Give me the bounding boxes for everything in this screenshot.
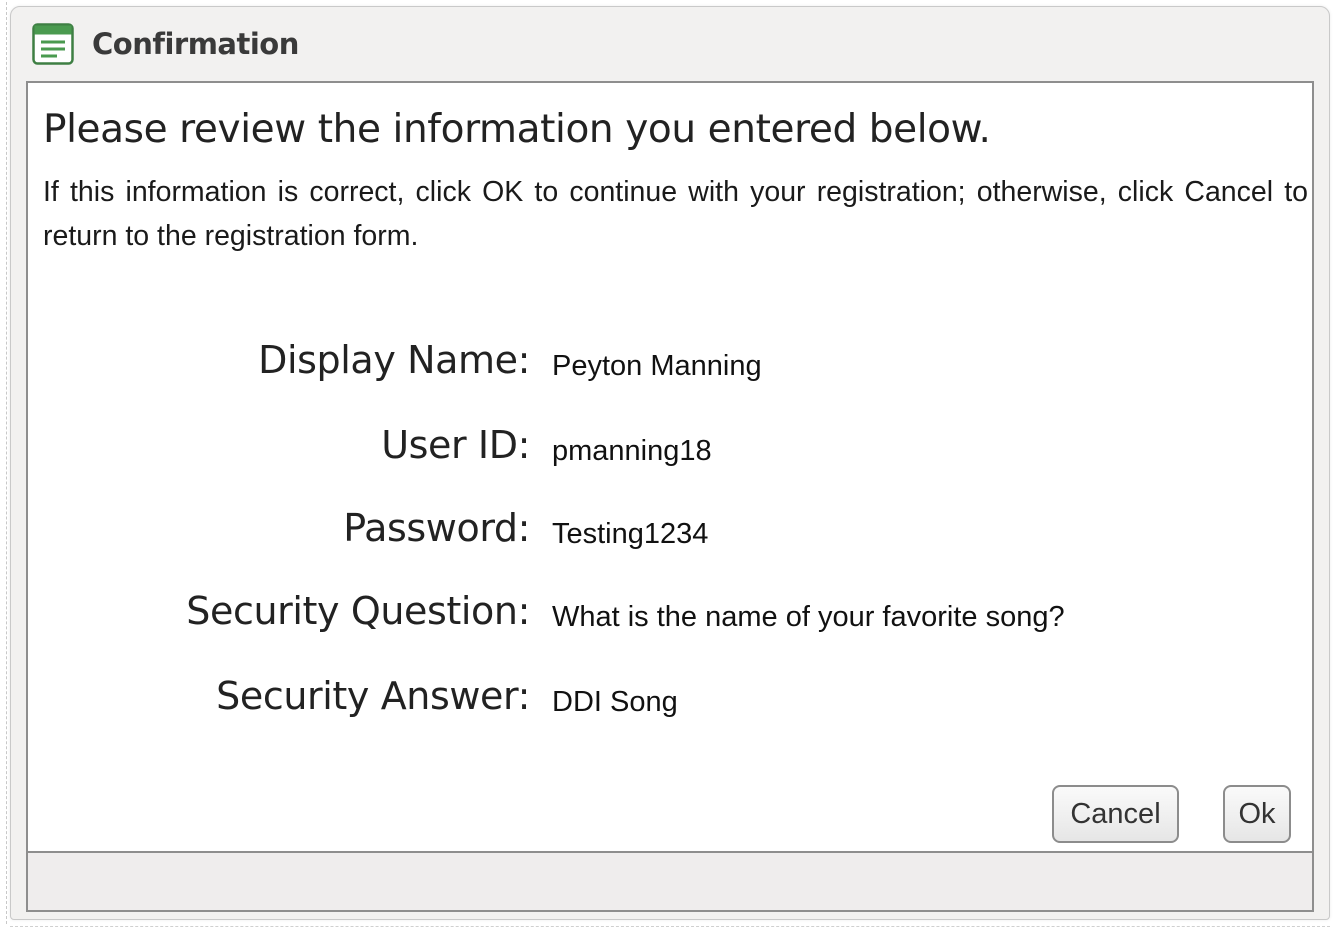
- instructions-text: If this information is correct, click OK…: [43, 176, 1308, 252]
- security-question-value: What is the name of your favorite song?: [552, 601, 1065, 633]
- form-window-icon: [32, 23, 74, 65]
- security-answer-row: Security Answer: DDI Song: [28, 668, 1308, 728]
- security-question-row: Security Question: What is the name of y…: [28, 583, 1308, 643]
- password-row: Password: Testing1234: [28, 500, 1308, 560]
- security-answer-label: Security Answer:: [216, 674, 530, 718]
- display-name-label: Display Name:: [258, 338, 530, 382]
- display-name-value: Peyton Manning: [552, 350, 762, 382]
- user-id-value: pmanning18: [552, 435, 712, 467]
- page-edge: [6, 2, 7, 924]
- display-name-row: Display Name: Peyton Manning: [28, 332, 1308, 392]
- user-id-label: User ID:: [381, 423, 530, 467]
- title-bar[interactable]: Confirmation: [11, 7, 1329, 81]
- status-bar: [26, 853, 1314, 912]
- page-bottom-edge: [10, 926, 1330, 927]
- confirmation-dialog: Confirmation Please review the informati…: [10, 6, 1330, 920]
- window-title: Confirmation: [92, 27, 299, 61]
- password-label: Password:: [343, 506, 530, 550]
- security-question-label: Security Question:: [186, 589, 530, 633]
- review-heading: Please review the information you entere…: [43, 107, 991, 152]
- ok-button[interactable]: Ok: [1223, 785, 1291, 843]
- cancel-button[interactable]: Cancel: [1052, 785, 1179, 843]
- password-value: Testing1234: [552, 518, 709, 550]
- security-answer-value: DDI Song: [552, 686, 678, 718]
- user-id-row: User ID: pmanning18: [28, 417, 1308, 477]
- content-panel: Please review the information you entere…: [26, 81, 1314, 853]
